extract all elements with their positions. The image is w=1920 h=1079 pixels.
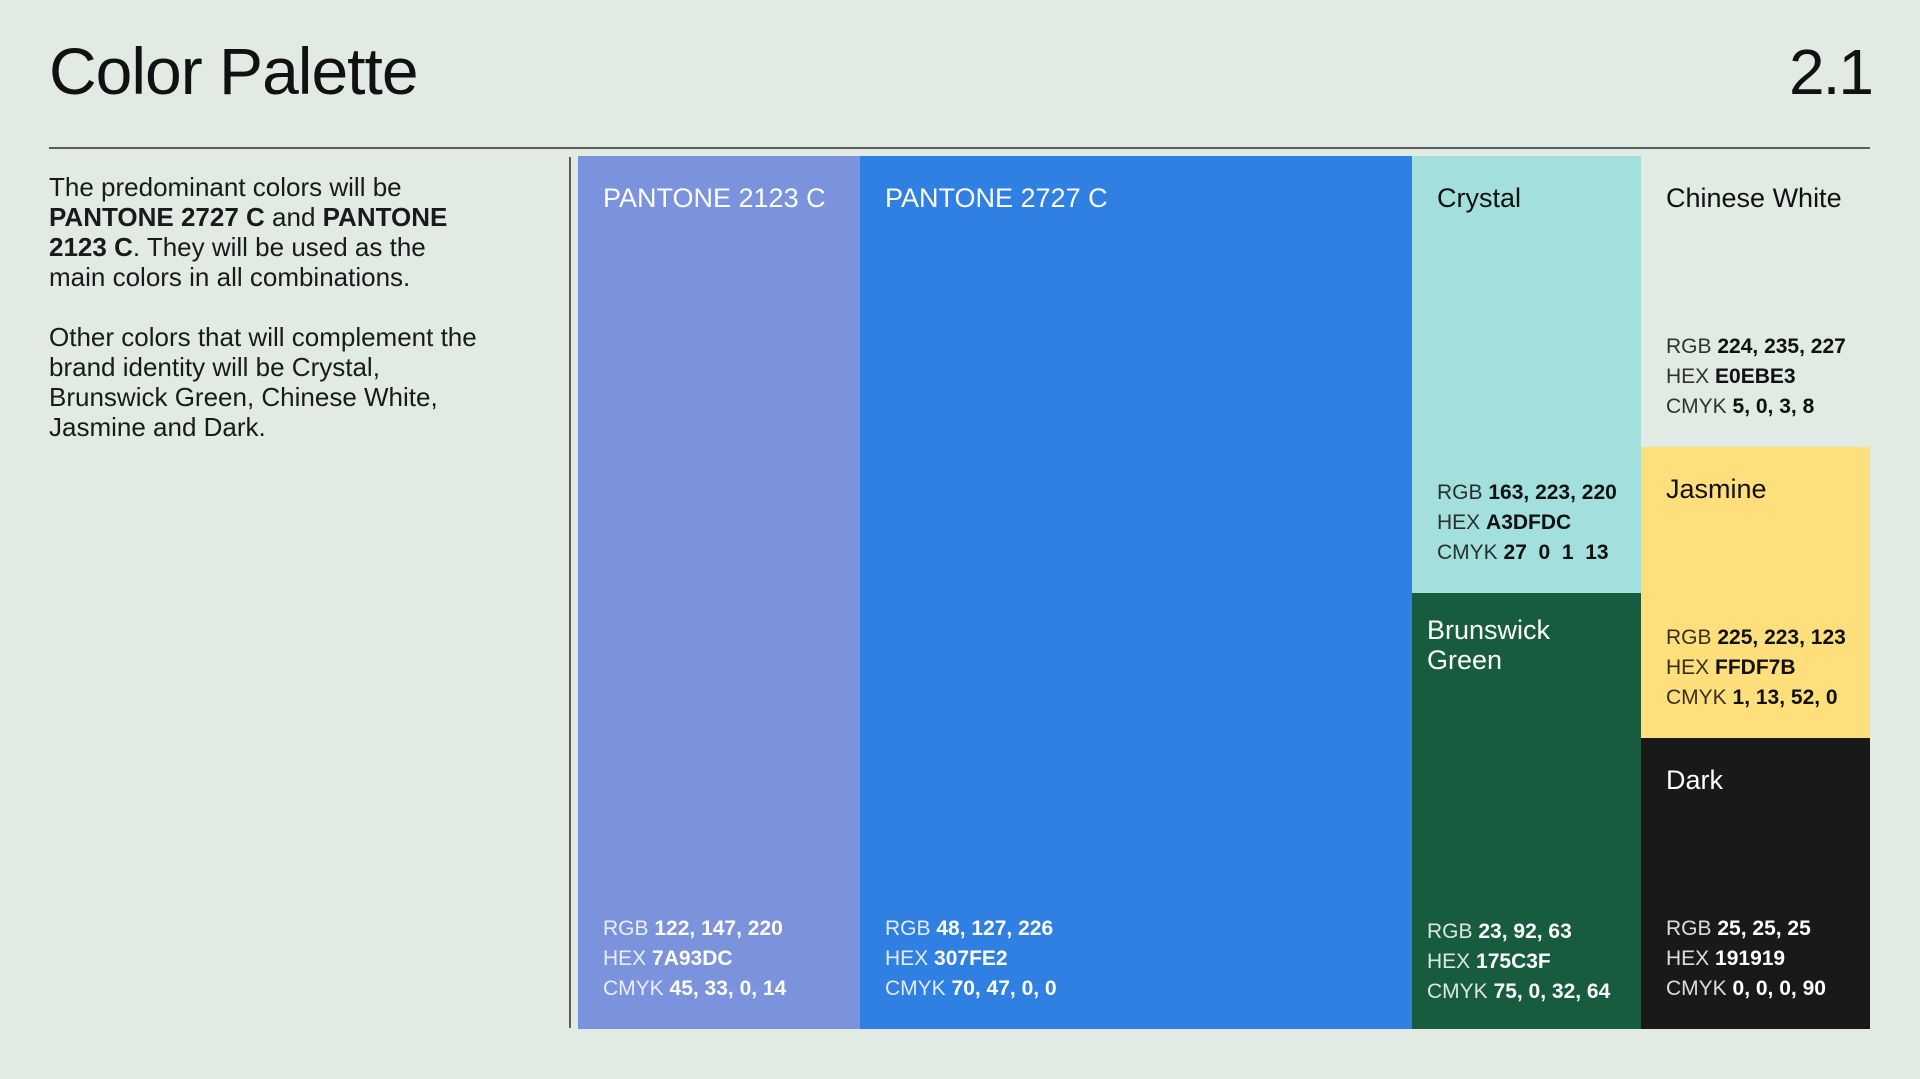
cmyk-label: CMYK	[1427, 980, 1488, 1003]
cmyk-line: CMYK 1, 13, 52, 0	[1666, 683, 1846, 713]
hex-line: HEX 7A93DC	[603, 944, 786, 974]
cmyk-value: 27 0 1 13	[1503, 541, 1609, 564]
swatch-crystal: Crystal RGB 163, 223, 220 HEX A3DFDC CMY…	[1412, 156, 1641, 593]
rgb-line: RGB 25, 25, 25	[1666, 914, 1826, 944]
rgb-value: 48, 127, 226	[936, 917, 1054, 940]
cmyk-line: CMYK 0, 0, 0, 90	[1666, 974, 1826, 1004]
rgb-label: RGB	[1666, 917, 1712, 940]
cmyk-label: CMYK	[1666, 977, 1727, 1000]
swatch-specs: RGB 163, 223, 220 HEX A3DFDC CMYK 27 0 1…	[1437, 478, 1617, 568]
hex-line: HEX 175C3F	[1427, 947, 1610, 977]
swatch-chinese-white: Chinese White RGB 224, 235, 227 HEX E0EB…	[1641, 156, 1870, 447]
rgb-line: RGB 122, 147, 220	[603, 914, 786, 944]
hex-label: HEX	[1666, 947, 1710, 970]
hex-label: HEX	[1427, 950, 1471, 973]
rgb-label: RGB	[1427, 920, 1473, 943]
hex-label: HEX	[1666, 365, 1710, 388]
hex-value: 191919	[1715, 947, 1786, 970]
hex-label: HEX	[885, 947, 929, 970]
hex-line: HEX FFDF7B	[1666, 653, 1846, 683]
hex-label: HEX	[603, 947, 647, 970]
cmyk-line: CMYK 27 0 1 13	[1437, 538, 1617, 568]
cmyk-value: 45, 33, 0, 14	[669, 977, 787, 1000]
swatch-brunswick-green: Brunswick Green RGB 23, 92, 63 HEX 175C3…	[1412, 593, 1641, 1029]
rgb-label: RGB	[885, 917, 931, 940]
hex-line: HEX E0EBE3	[1666, 362, 1846, 392]
rgb-value: 163, 223, 220	[1488, 481, 1617, 504]
rgb-line: RGB 224, 235, 227	[1666, 332, 1846, 362]
hex-value: A3DFDC	[1486, 511, 1572, 534]
swatch-dark: Dark RGB 25, 25, 25 HEX 191919 CMYK 0, 0…	[1641, 738, 1870, 1029]
swatch-specs: RGB 225, 223, 123 HEX FFDF7B CMYK 1, 13,…	[1666, 623, 1846, 713]
rgb-label: RGB	[603, 917, 649, 940]
vertical-divider	[569, 157, 571, 1028]
swatch-pantone-2123: PANTONE 2123 C RGB 122, 147, 220 HEX 7A9…	[578, 156, 860, 1029]
rgb-line: RGB 225, 223, 123	[1666, 623, 1846, 653]
hex-line: HEX 307FE2	[885, 944, 1057, 974]
intro-text: The predominant colors will be PANTONE 2…	[49, 172, 489, 472]
cmyk-label: CMYK	[1437, 541, 1498, 564]
cmyk-label: CMYK	[1666, 395, 1727, 418]
hex-label: HEX	[1437, 511, 1481, 534]
hex-label: HEX	[1666, 656, 1710, 679]
cmyk-line: CMYK 70, 47, 0, 0	[885, 974, 1057, 1004]
swatch-pantone-2727: PANTONE 2727 C RGB 48, 127, 226 HEX 307F…	[860, 156, 1412, 1029]
rgb-value: 23, 92, 63	[1478, 920, 1572, 943]
rgb-value: 122, 147, 220	[654, 917, 783, 940]
swatch-specs: RGB 224, 235, 227 HEX E0EBE3 CMYK 5, 0, …	[1666, 332, 1846, 422]
cmyk-line: CMYK 45, 33, 0, 14	[603, 974, 786, 1004]
hex-line: HEX 191919	[1666, 944, 1826, 974]
cmyk-value: 5, 0, 3, 8	[1732, 395, 1815, 418]
cmyk-value: 0, 0, 0, 90	[1732, 977, 1826, 1000]
swatch-name: Dark	[1666, 765, 1724, 795]
cmyk-line: CMYK 5, 0, 3, 8	[1666, 392, 1846, 422]
rgb-line: RGB 23, 92, 63	[1427, 917, 1610, 947]
intro-paragraph-1: The predominant colors will be PANTONE 2…	[49, 172, 489, 292]
cmyk-label: CMYK	[1666, 686, 1727, 709]
rgb-line: RGB 48, 127, 226	[885, 914, 1057, 944]
cmyk-value: 70, 47, 0, 0	[951, 977, 1057, 1000]
swatch-name: PANTONE 2727 C	[885, 183, 1108, 213]
swatch-specs: RGB 25, 25, 25 HEX 191919 CMYK 0, 0, 0, …	[1666, 914, 1826, 1004]
intro-bold-pantone-2727: PANTONE 2727 C	[49, 202, 265, 232]
rgb-label: RGB	[1437, 481, 1483, 504]
swatch-specs: RGB 122, 147, 220 HEX 7A93DC CMYK 45, 33…	[603, 914, 786, 1004]
cmyk-line: CMYK 75, 0, 32, 64	[1427, 977, 1610, 1007]
rgb-value: 225, 223, 123	[1717, 626, 1846, 649]
cmyk-value: 1, 13, 52, 0	[1732, 686, 1838, 709]
section-number: 2.1	[1789, 36, 1874, 108]
rgb-value: 25, 25, 25	[1717, 917, 1811, 940]
swatch-specs: RGB 48, 127, 226 HEX 307FE2 CMYK 70, 47,…	[885, 914, 1057, 1004]
rgb-line: RGB 163, 223, 220	[1437, 478, 1617, 508]
header-divider	[49, 147, 1870, 149]
swatch-name: PANTONE 2123 C	[603, 183, 826, 213]
swatch-name: Jasmine	[1666, 474, 1767, 504]
rgb-value: 224, 235, 227	[1717, 335, 1846, 358]
intro-text-part: The predominant colors will be	[49, 172, 402, 202]
cmyk-value: 75, 0, 32, 64	[1493, 980, 1611, 1003]
swatch-jasmine: Jasmine RGB 225, 223, 123 HEX FFDF7B CMY…	[1641, 447, 1870, 738]
hex-value: 307FE2	[934, 947, 1008, 970]
hex-line: HEX A3DFDC	[1437, 508, 1617, 538]
hex-value: FFDF7B	[1715, 656, 1796, 679]
page-title: Color Palette	[49, 34, 419, 108]
intro-text-part: and	[264, 202, 323, 232]
rgb-label: RGB	[1666, 626, 1712, 649]
hex-value: 175C3F	[1476, 950, 1551, 973]
rgb-label: RGB	[1666, 335, 1712, 358]
swatch-specs: RGB 23, 92, 63 HEX 175C3F CMYK 75, 0, 32…	[1427, 917, 1610, 1007]
hex-value: 7A93DC	[652, 947, 733, 970]
swatch-name: Brunswick Green	[1427, 615, 1551, 675]
intro-paragraph-2: Other colors that will complement the br…	[49, 322, 477, 442]
swatch-name: Chinese White	[1666, 183, 1842, 213]
swatch-name: Crystal	[1437, 183, 1522, 213]
cmyk-label: CMYK	[603, 977, 664, 1000]
hex-value: E0EBE3	[1715, 365, 1796, 388]
cmyk-label: CMYK	[885, 977, 946, 1000]
